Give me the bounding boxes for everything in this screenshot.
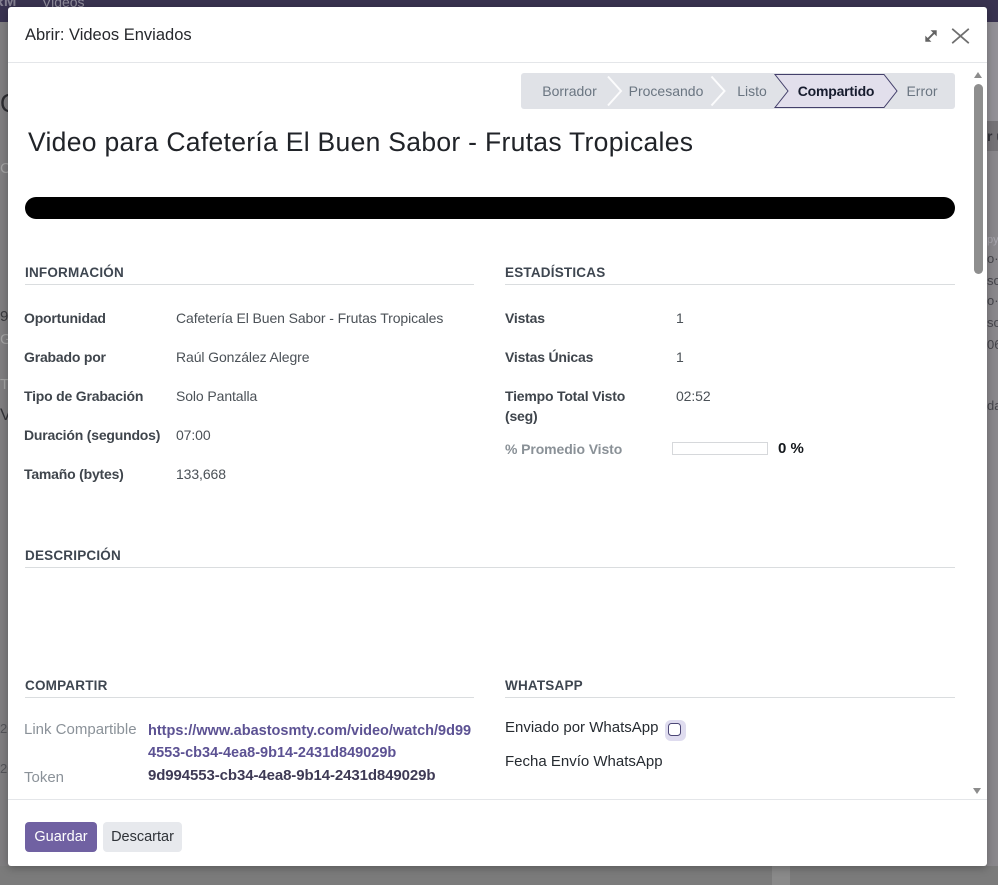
svg-text:Error: Error xyxy=(906,83,937,99)
svg-text:Compartido: Compartido xyxy=(798,83,875,99)
svg-text:Procesando: Procesando xyxy=(629,83,704,99)
svg-text:Borrador: Borrador xyxy=(542,83,597,99)
svg-text:Listo: Listo xyxy=(737,83,767,99)
